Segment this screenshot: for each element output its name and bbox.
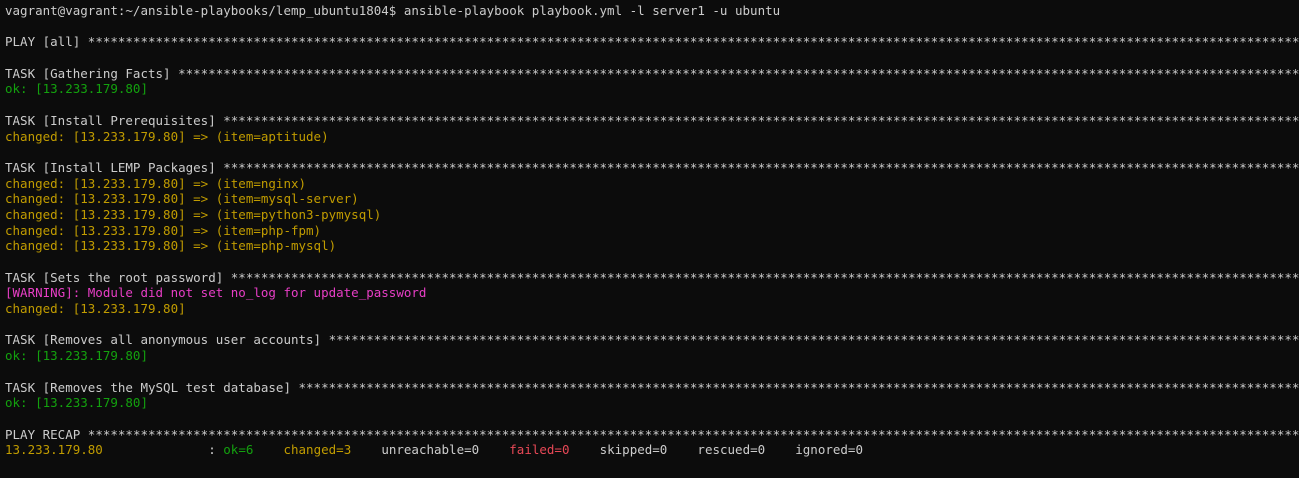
terminal-line: PLAY RECAP *****************************… [0,427,1299,443]
terminal-line: changed: [13.233.179.80] => (item=python… [0,207,1299,223]
terminal-line: changed: [13.233.179.80] => (item=nginx) [0,176,1299,192]
terminal-text: changed: [13.233.179.80] => (item=python… [5,206,382,222]
terminal-line: TASK [Sets the root password] **********… [0,270,1299,286]
terminal-text: PLAY RECAP [5,426,88,442]
terminal-text: failed=0 [509,442,570,458]
terminal-line: ok: [13.233.179.80] [0,348,1299,364]
terminal-text: ok: [13.233.179.80] [5,395,148,411]
separator-asterisks: ****************************************… [328,332,1299,348]
separator-asterisks: ****************************************… [223,159,1299,175]
terminal-text: changed: [13.233.179.80] => (item=php-fp… [5,222,322,238]
terminal-line: 13.233.179.80 : ok=6 changed=3 unreachab… [0,442,1299,458]
terminal-text: ok: [13.233.179.80] [5,348,148,364]
terminal-text: changed: [13.233.179.80] => (item=mysql-… [5,191,359,207]
terminal-line: vagrant@vagrant:~/ansible-playbooks/lemp… [0,3,1299,19]
terminal-line: PLAY [all] *****************************… [0,34,1299,50]
separator-asterisks: ****************************************… [298,379,1299,395]
terminal-text: TASK [Removes the MySQL test database] [5,379,299,395]
terminal-line: ok: [13.233.179.80] [0,81,1299,97]
terminal-text: vagrant@vagrant:~/ansible-playbooks/lemp… [5,3,781,18]
terminal-line: changed: [13.233.179.80] => (item=mysql-… [0,191,1299,207]
terminal-text: TASK [Removes all anonymous user account… [5,332,329,348]
terminal-text: TASK [Install Prerequisites] [5,112,224,128]
terminal-text: unreachable=0 [351,442,510,458]
terminal-line: TASK [Install Prerequisites] ***********… [0,113,1299,129]
terminal-text: changed: [13.233.179.80] => (item=aptitu… [5,128,329,144]
terminal-text: TASK [Install LEMP Packages] [5,159,224,175]
terminal-line: TASK [Install LEMP Packages] ***********… [0,160,1299,176]
terminal-line: [WARNING]: Module did not set no_log for… [0,285,1299,301]
terminal-text: TASK [Sets the root password] [5,269,231,285]
terminal-text: ok: [13.233.179.80] [5,81,148,97]
terminal-text: changed: [13.233.179.80] [5,301,186,317]
terminal-window[interactable]: vagrant@vagrant:~/ansible-playbooks/lemp… [0,0,1299,478]
terminal-line: TASK [Removes the MySQL test database] *… [0,380,1299,396]
separator-asterisks: ****************************************… [87,34,1299,50]
terminal-line: TASK [Removes all anonymous user account… [0,332,1299,348]
terminal-text: [WARNING]: Module did not set no_log for… [5,285,427,301]
separator-asterisks: ****************************************… [178,65,1299,81]
terminal-text: PLAY [all] [5,34,88,50]
terminal-line: changed: [13.233.179.80] => (item=aptitu… [0,129,1299,145]
terminal-text: 13.233.179.80 [5,442,103,458]
terminal-line: changed: [13.233.179.80] => (item=php-my… [0,238,1299,254]
separator-asterisks: ****************************************… [230,269,1299,285]
terminal-line: changed: [13.233.179.80] => (item=php-fp… [0,223,1299,239]
terminal-text: : [102,442,224,458]
terminal-text: changed: [13.233.179.80] => (item=php-my… [5,238,337,254]
terminal-text: TASK [Gathering Facts] [5,65,179,81]
terminal-text: changed=3 [283,442,352,458]
terminal-line: TASK [Gathering Facts] *****************… [0,66,1299,82]
terminal-text: skipped=0 rescued=0 ignored=0 [569,442,863,458]
terminal-line: changed: [13.233.179.80] [0,301,1299,317]
terminal-text: ok=6 [223,442,254,458]
separator-asterisks: ****************************************… [223,112,1299,128]
terminal-line: ok: [13.233.179.80] [0,395,1299,411]
separator-asterisks: ****************************************… [87,426,1299,442]
terminal-text: changed: [13.233.179.80] => (item=nginx) [5,175,307,191]
